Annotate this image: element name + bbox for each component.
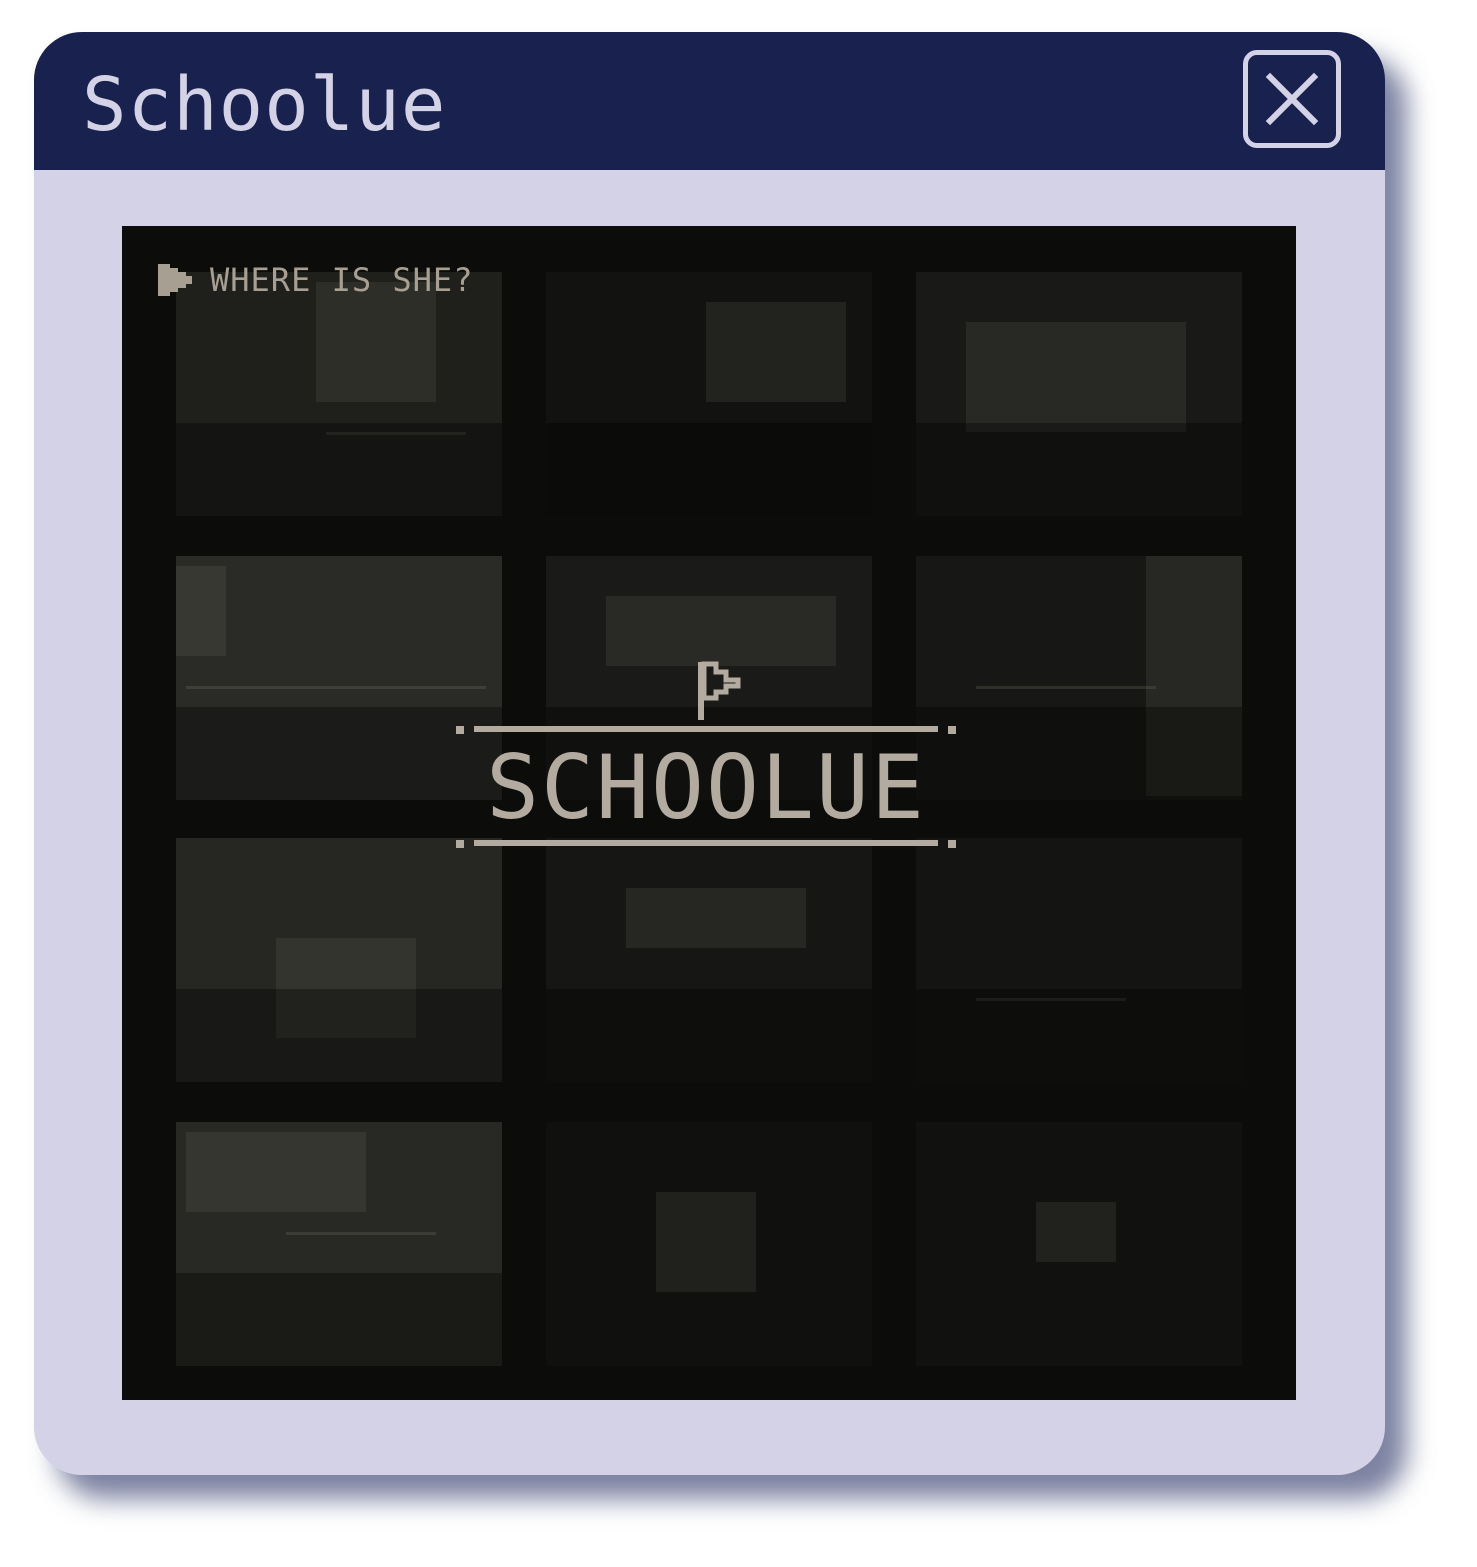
photo-tile bbox=[916, 272, 1242, 516]
game-prompt[interactable]: WHERE IS SHE? bbox=[156, 260, 473, 300]
photo-tile bbox=[916, 838, 1242, 1082]
photo-tile bbox=[916, 1122, 1242, 1366]
photo-tile bbox=[176, 838, 502, 1082]
photo-tile bbox=[176, 1122, 502, 1366]
window-title: Schoolue bbox=[82, 62, 447, 148]
logo-text: SCHOOLUE bbox=[486, 736, 926, 839]
photo-tile bbox=[916, 556, 1242, 800]
photo-tile bbox=[546, 1122, 872, 1366]
title-bar: Schoolue bbox=[34, 32, 1385, 170]
photo-tile bbox=[546, 838, 872, 1082]
close-button[interactable] bbox=[1243, 50, 1341, 148]
photo-tile bbox=[176, 272, 502, 516]
play-arrow-icon bbox=[158, 264, 192, 296]
photo-tile bbox=[176, 556, 502, 800]
prompt-text: WHERE IS SHE? bbox=[210, 261, 474, 299]
app-window: Schoolue WHERE IS SHE? SCHOOLUE bbox=[34, 32, 1385, 1475]
close-icon bbox=[1265, 72, 1319, 126]
game-logo: SCHOOLUE bbox=[456, 652, 956, 862]
photo-tile bbox=[546, 272, 872, 516]
game-screen[interactable]: WHERE IS SHE? SCHOOLUE bbox=[122, 226, 1296, 1400]
